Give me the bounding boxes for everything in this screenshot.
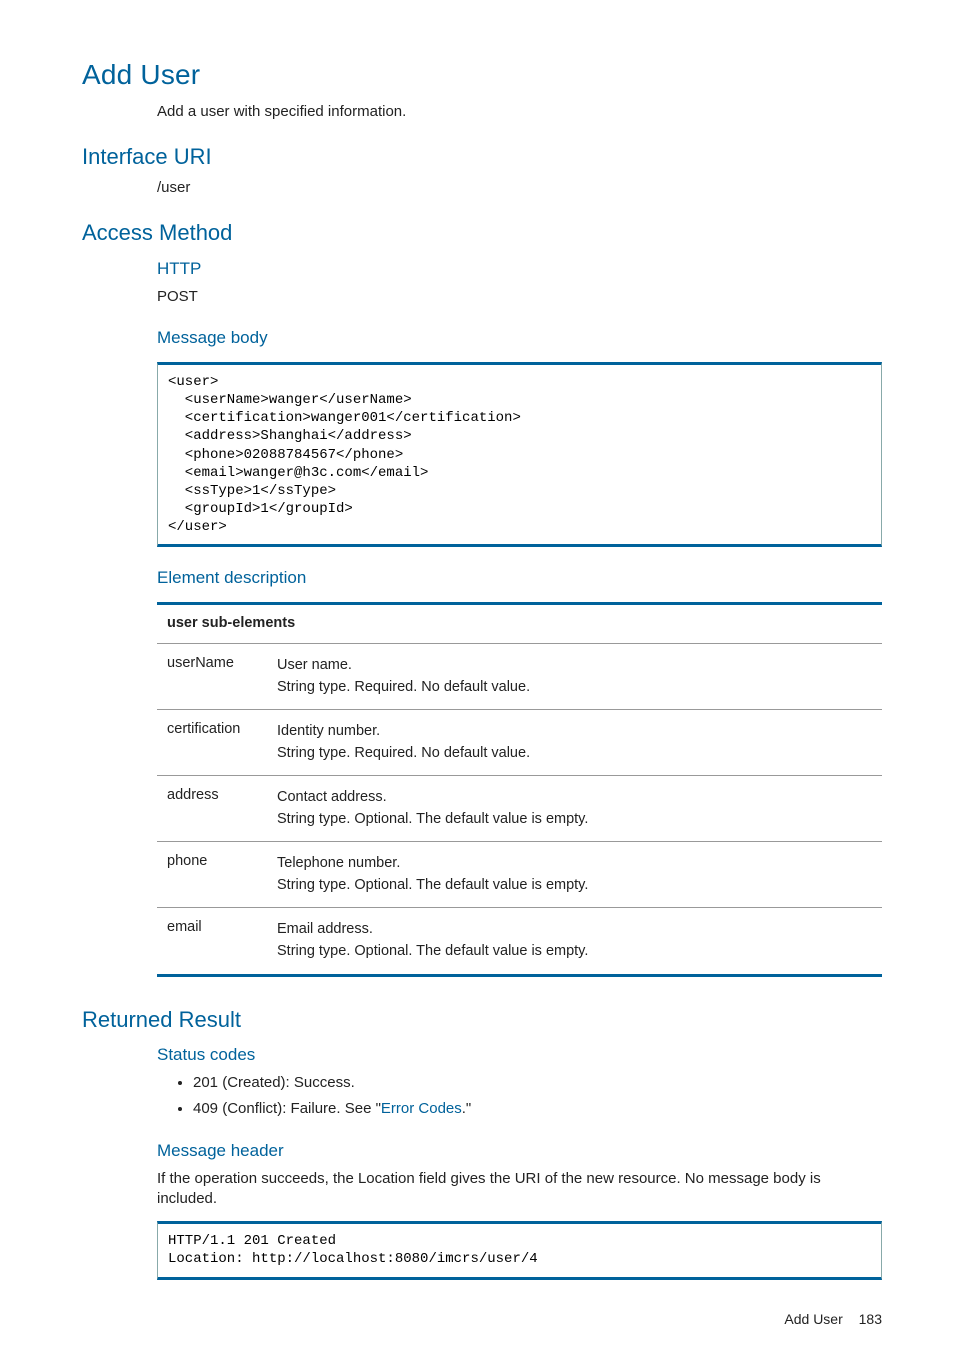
elem-key: certification bbox=[157, 710, 267, 776]
page-footer: Add User 183 bbox=[82, 1310, 882, 1329]
message-body-heading: Message body bbox=[157, 327, 882, 350]
status-codes-list: 201 (Created): Success. 409 (Conflict): … bbox=[157, 1073, 882, 1120]
element-description-heading: Element description bbox=[157, 567, 882, 590]
elem-key: userName bbox=[157, 643, 267, 709]
access-method-heading: Access Method bbox=[82, 218, 882, 248]
table-row: userName User name. String type. Require… bbox=[157, 643, 882, 709]
elem-desc: Telephone number. String type. Optional.… bbox=[267, 842, 882, 908]
table-row: email Email address. String type. Option… bbox=[157, 908, 882, 975]
elem-desc: User name. String type. Required. No def… bbox=[267, 643, 882, 709]
error-codes-link[interactable]: Error Codes bbox=[381, 1100, 462, 1117]
table-row: certification Identity number. String ty… bbox=[157, 710, 882, 776]
message-header-text: If the operation succeeds, the Location … bbox=[157, 1169, 882, 1210]
footer-section-label: Add User bbox=[784, 1311, 842, 1327]
message-header-heading: Message header bbox=[157, 1140, 882, 1163]
elem-desc: Contact address. String type. Optional. … bbox=[267, 776, 882, 842]
http-heading: HTTP bbox=[157, 258, 882, 281]
status-codes-heading: Status codes bbox=[157, 1044, 882, 1067]
http-method-value: POST bbox=[157, 287, 882, 307]
interface-uri-heading: Interface URI bbox=[82, 142, 882, 172]
table-row: phone Telephone number. String type. Opt… bbox=[157, 842, 882, 908]
interface-uri-value: /user bbox=[157, 178, 882, 198]
elem-key: email bbox=[157, 908, 267, 975]
footer-page-number: 183 bbox=[859, 1311, 882, 1327]
message-body-code: <user> <userName>wanger</userName> <cert… bbox=[157, 362, 882, 548]
table-row: address Contact address. String type. Op… bbox=[157, 776, 882, 842]
elem-key: address bbox=[157, 776, 267, 842]
element-description-table: user sub-elements userName User name. St… bbox=[157, 602, 882, 976]
elem-desc: Identity number. String type. Required. … bbox=[267, 710, 882, 776]
page-title: Add User bbox=[82, 56, 882, 94]
returned-result-heading: Returned Result bbox=[82, 1005, 882, 1035]
intro-text: Add a user with specified information. bbox=[157, 102, 882, 122]
elem-desc: Email address. String type. Optional. Th… bbox=[267, 908, 882, 975]
status-code-item: 201 (Created): Success. bbox=[193, 1073, 882, 1093]
table-header: user sub-elements bbox=[157, 604, 882, 644]
elem-key: phone bbox=[157, 842, 267, 908]
status-code-item: 409 (Conflict): Failure. See "Error Code… bbox=[193, 1099, 882, 1119]
